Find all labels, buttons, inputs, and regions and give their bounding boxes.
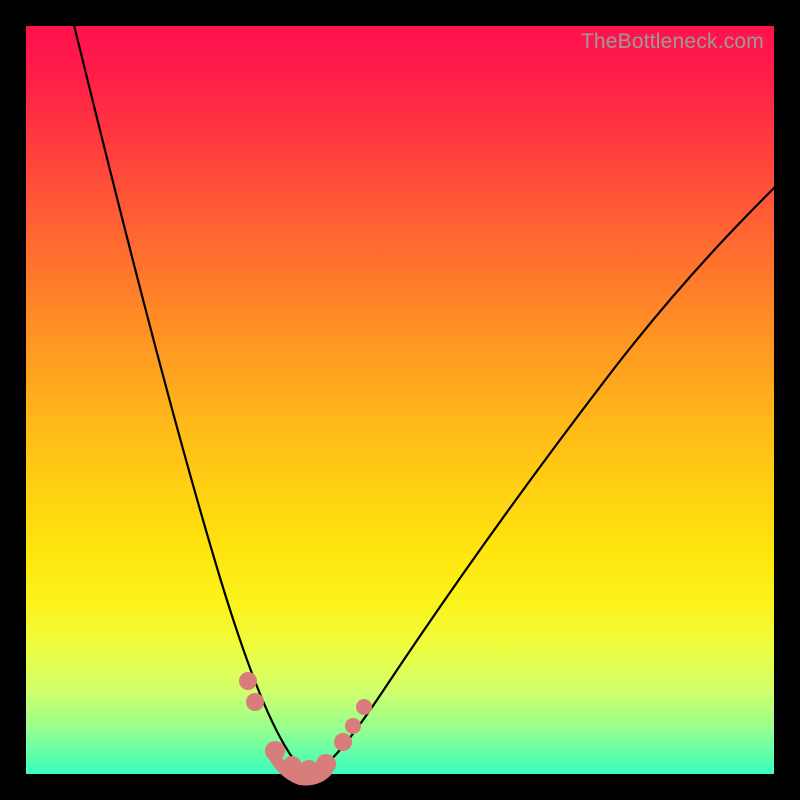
pt-r3 <box>356 699 372 715</box>
chart-frame: TheBottleneck.com <box>0 0 800 800</box>
pt-bm2 <box>299 760 319 780</box>
pt-l1 <box>239 672 257 690</box>
pt-bl <box>265 741 285 761</box>
pt-l2 <box>246 693 264 711</box>
pt-r1 <box>334 733 352 751</box>
pt-bm1 <box>282 756 302 776</box>
pt-br <box>316 754 336 774</box>
curve-left <box>73 21 311 771</box>
pt-r2 <box>345 718 361 734</box>
curve-svg <box>26 26 774 774</box>
curve-right <box>311 184 778 771</box>
plot-area: TheBottleneck.com <box>26 26 774 774</box>
